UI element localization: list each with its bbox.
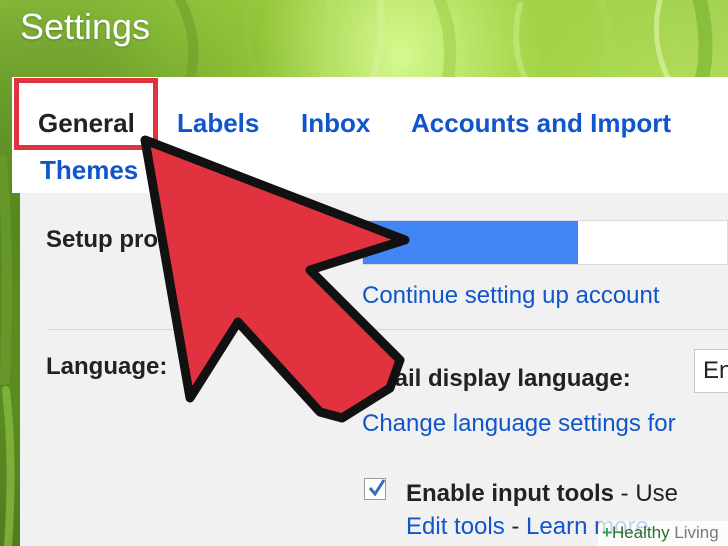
input-tools-description: - Use [614,480,679,507]
setup-progress-label: Setup prog [46,226,173,253]
settings-title: Settings [20,6,151,47]
input-tools-checkbox[interactable] [364,478,386,500]
language-label: Language: [46,353,168,380]
input-tools-label: Enable input tools [406,480,614,507]
plus-icon: + [602,523,612,542]
continue-setup-link[interactable]: Continue setting up account [362,282,660,310]
tab-general[interactable]: General [38,108,135,139]
settings-content: Setup prog Continue setting up account L… [20,193,728,546]
display-language-label: nail display language: [380,365,631,392]
display-language-select[interactable]: En [694,349,728,393]
input-tools-line: Enable input tools - Use [406,480,678,508]
setup-progress-fill [363,221,578,264]
edit-tools-link[interactable]: Edit tools [406,513,505,540]
watermark-brand-suffix: Living [669,523,719,542]
setup-progress-bar [362,220,728,265]
change-language-settings-link[interactable]: Change language settings for [362,410,676,438]
checkmark-icon [368,479,386,497]
watermark-brand: Healthy [611,523,670,542]
tab-themes[interactable]: Themes [40,155,138,186]
tab-labels[interactable]: Labels [177,108,259,139]
links-separator: - [504,513,527,540]
tab-inbox[interactable]: Inbox [301,108,370,139]
section-divider [48,329,728,330]
watermark: +Healthy Living [598,521,728,546]
tab-accounts-and-import[interactable]: Accounts and Import [411,108,671,139]
